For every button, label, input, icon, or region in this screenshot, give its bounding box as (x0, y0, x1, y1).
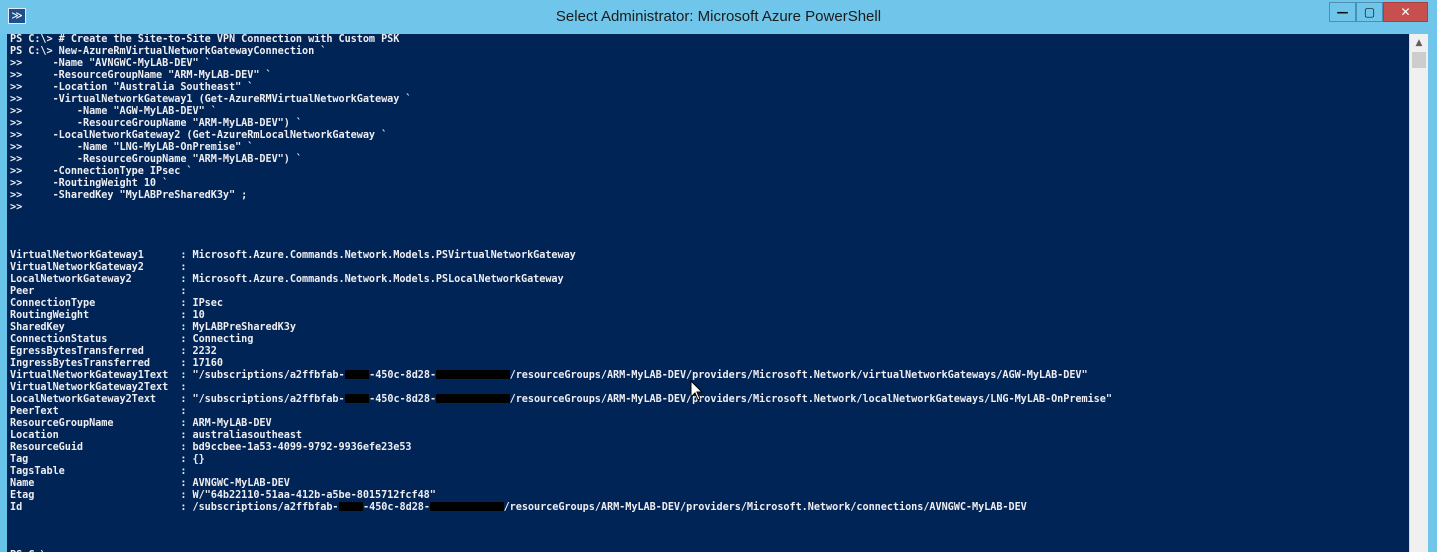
minimize-button[interactable]: — (1329, 2, 1356, 22)
console-line: LocalNetworkGateway2 : Microsoft.Azure.C… (10, 274, 564, 285)
console-line: VirtualNetworkGateway2Text : (10, 382, 187, 393)
console-line: >> -RoutingWeight 10 ` (10, 178, 169, 189)
console-line: RoutingWeight : 10 (10, 310, 205, 321)
console-line: PS C:\> # Create the Site-to-Site VPN Co… (10, 34, 400, 45)
console-line: ResourceGuid : bd9ccbee-1a53-4099-9792-9… (10, 442, 412, 453)
console-line: Location : australiasoutheast (10, 430, 303, 441)
console-line: Id : /subscriptions/a2ffbfab- -450c-8d28-… (10, 502, 1112, 514)
line-segment: Id : /subscriptions/a2ffbfab- (10, 502, 339, 513)
title-bar[interactable]: ≫ Select Administrator: Microsoft Azure … (0, 0, 1437, 34)
console-line: TagsTable : (10, 466, 187, 477)
console-line: >> -ConnectionType IPsec ` (10, 166, 193, 177)
console-line: VirtualNetworkGateway2 : (10, 262, 187, 273)
maximize-button[interactable]: ▢ (1356, 2, 1383, 22)
console-line: >> (10, 202, 23, 213)
scroll-up-arrow-icon[interactable]: ▲ (1410, 36, 1428, 50)
console-line: >> -ResourceGroupName "ARM-MyLAB-DEV") ` (10, 154, 303, 165)
console-line: ConnectionStatus : Connecting (10, 334, 254, 345)
console-line: >> -ResourceGroupName "ARM-MyLAB-DEV" ` (10, 70, 272, 81)
console-line: >> -Location "Australia Southeast" ` (10, 82, 254, 93)
console-line: SharedKey : MyLABPreSharedK3y (10, 322, 296, 333)
console-line: VirtualNetworkGateway1 : Microsoft.Azure… (10, 250, 576, 261)
redaction-box (338, 502, 364, 511)
redaction-box (436, 394, 510, 403)
console-line: Peer : (10, 286, 187, 297)
console-line: >> -Name "LNG-MyLAB-OnPremise" ` (10, 142, 254, 153)
console-line: ResourceGroupName : ARM-MyLAB-DEV (10, 418, 272, 429)
console-line: PeerText : (10, 406, 187, 417)
console-line: >> -LocalNetworkGateway2 (Get-AzureRmLoc… (10, 130, 388, 141)
line-segment: /resourceGroups/ARM-MyLAB-DEV/providers/… (509, 370, 1088, 381)
redaction-box (436, 370, 510, 379)
line-segment: -450c-8d28- (369, 370, 437, 381)
line-segment: /resourceGroups/ARM-MyLAB-DEV/providers/… (503, 502, 1027, 513)
close-button[interactable]: ✕ (1383, 2, 1428, 22)
console-output[interactable]: PS C:\> # Create the Site-to-Site VPN Co… (7, 34, 1409, 552)
line-segment: -450c-8d28- (363, 502, 430, 513)
console-line: >> -ResourceGroupName "ARM-MyLAB-DEV") ` (10, 118, 303, 129)
line-segment: VirtualNetworkGateway1Text : "/subscript… (10, 370, 345, 381)
console-line: >> -Name "AVNGWC-MyLAB-DEV" ` (10, 58, 211, 69)
console-line: ConnectionType : IPsec (10, 298, 223, 309)
console-line: Etag : W/"64b22110-51aa-412b-a5be-801571… (10, 490, 436, 501)
redaction-box (344, 394, 370, 403)
console-line: VirtualNetworkGateway1Text : "/subscript… (10, 370, 1112, 382)
console-line: PS C:\> New-AzureRmVirtualNetworkGateway… (10, 46, 327, 57)
console-line: LocalNetworkGateway2Text : "/subscriptio… (10, 394, 1112, 406)
console-line: EgressBytesTransferred : 2232 (10, 346, 217, 357)
console-line: Tag : {} (10, 454, 205, 465)
console-line: >> -VirtualNetworkGateway1 (Get-AzureRMV… (10, 94, 412, 105)
mouse-pointer-icon (690, 380, 704, 401)
line-segment: -450c-8d28- (369, 394, 437, 405)
console-text: PS C:\> # Create the Site-to-Site VPN Co… (10, 34, 1112, 552)
console-line: >> -Name "AGW-MyLAB-DEV" ` (10, 106, 217, 117)
window-border (1428, 34, 1437, 552)
redaction-box (429, 502, 504, 511)
line-segment: LocalNetworkGateway2Text : "/subscriptio… (10, 394, 345, 405)
line-segment: /resourceGroups/ARM-MyLAB-DEV/providers/… (509, 394, 1112, 405)
console-line: >> -SharedKey "MyLABPreSharedK3y" ; (10, 190, 248, 201)
window-title: Select Administrator: Microsoft Azure Po… (555, 8, 882, 25)
vertical-scrollbar[interactable]: ▲ (1409, 34, 1428, 552)
scroll-thumb[interactable] (1412, 52, 1426, 68)
console-line: IngressBytesTransferred : 17160 (10, 358, 223, 369)
console-line: Name : AVNGWC-MyLAB-DEV (10, 478, 290, 489)
redaction-box (344, 370, 370, 379)
